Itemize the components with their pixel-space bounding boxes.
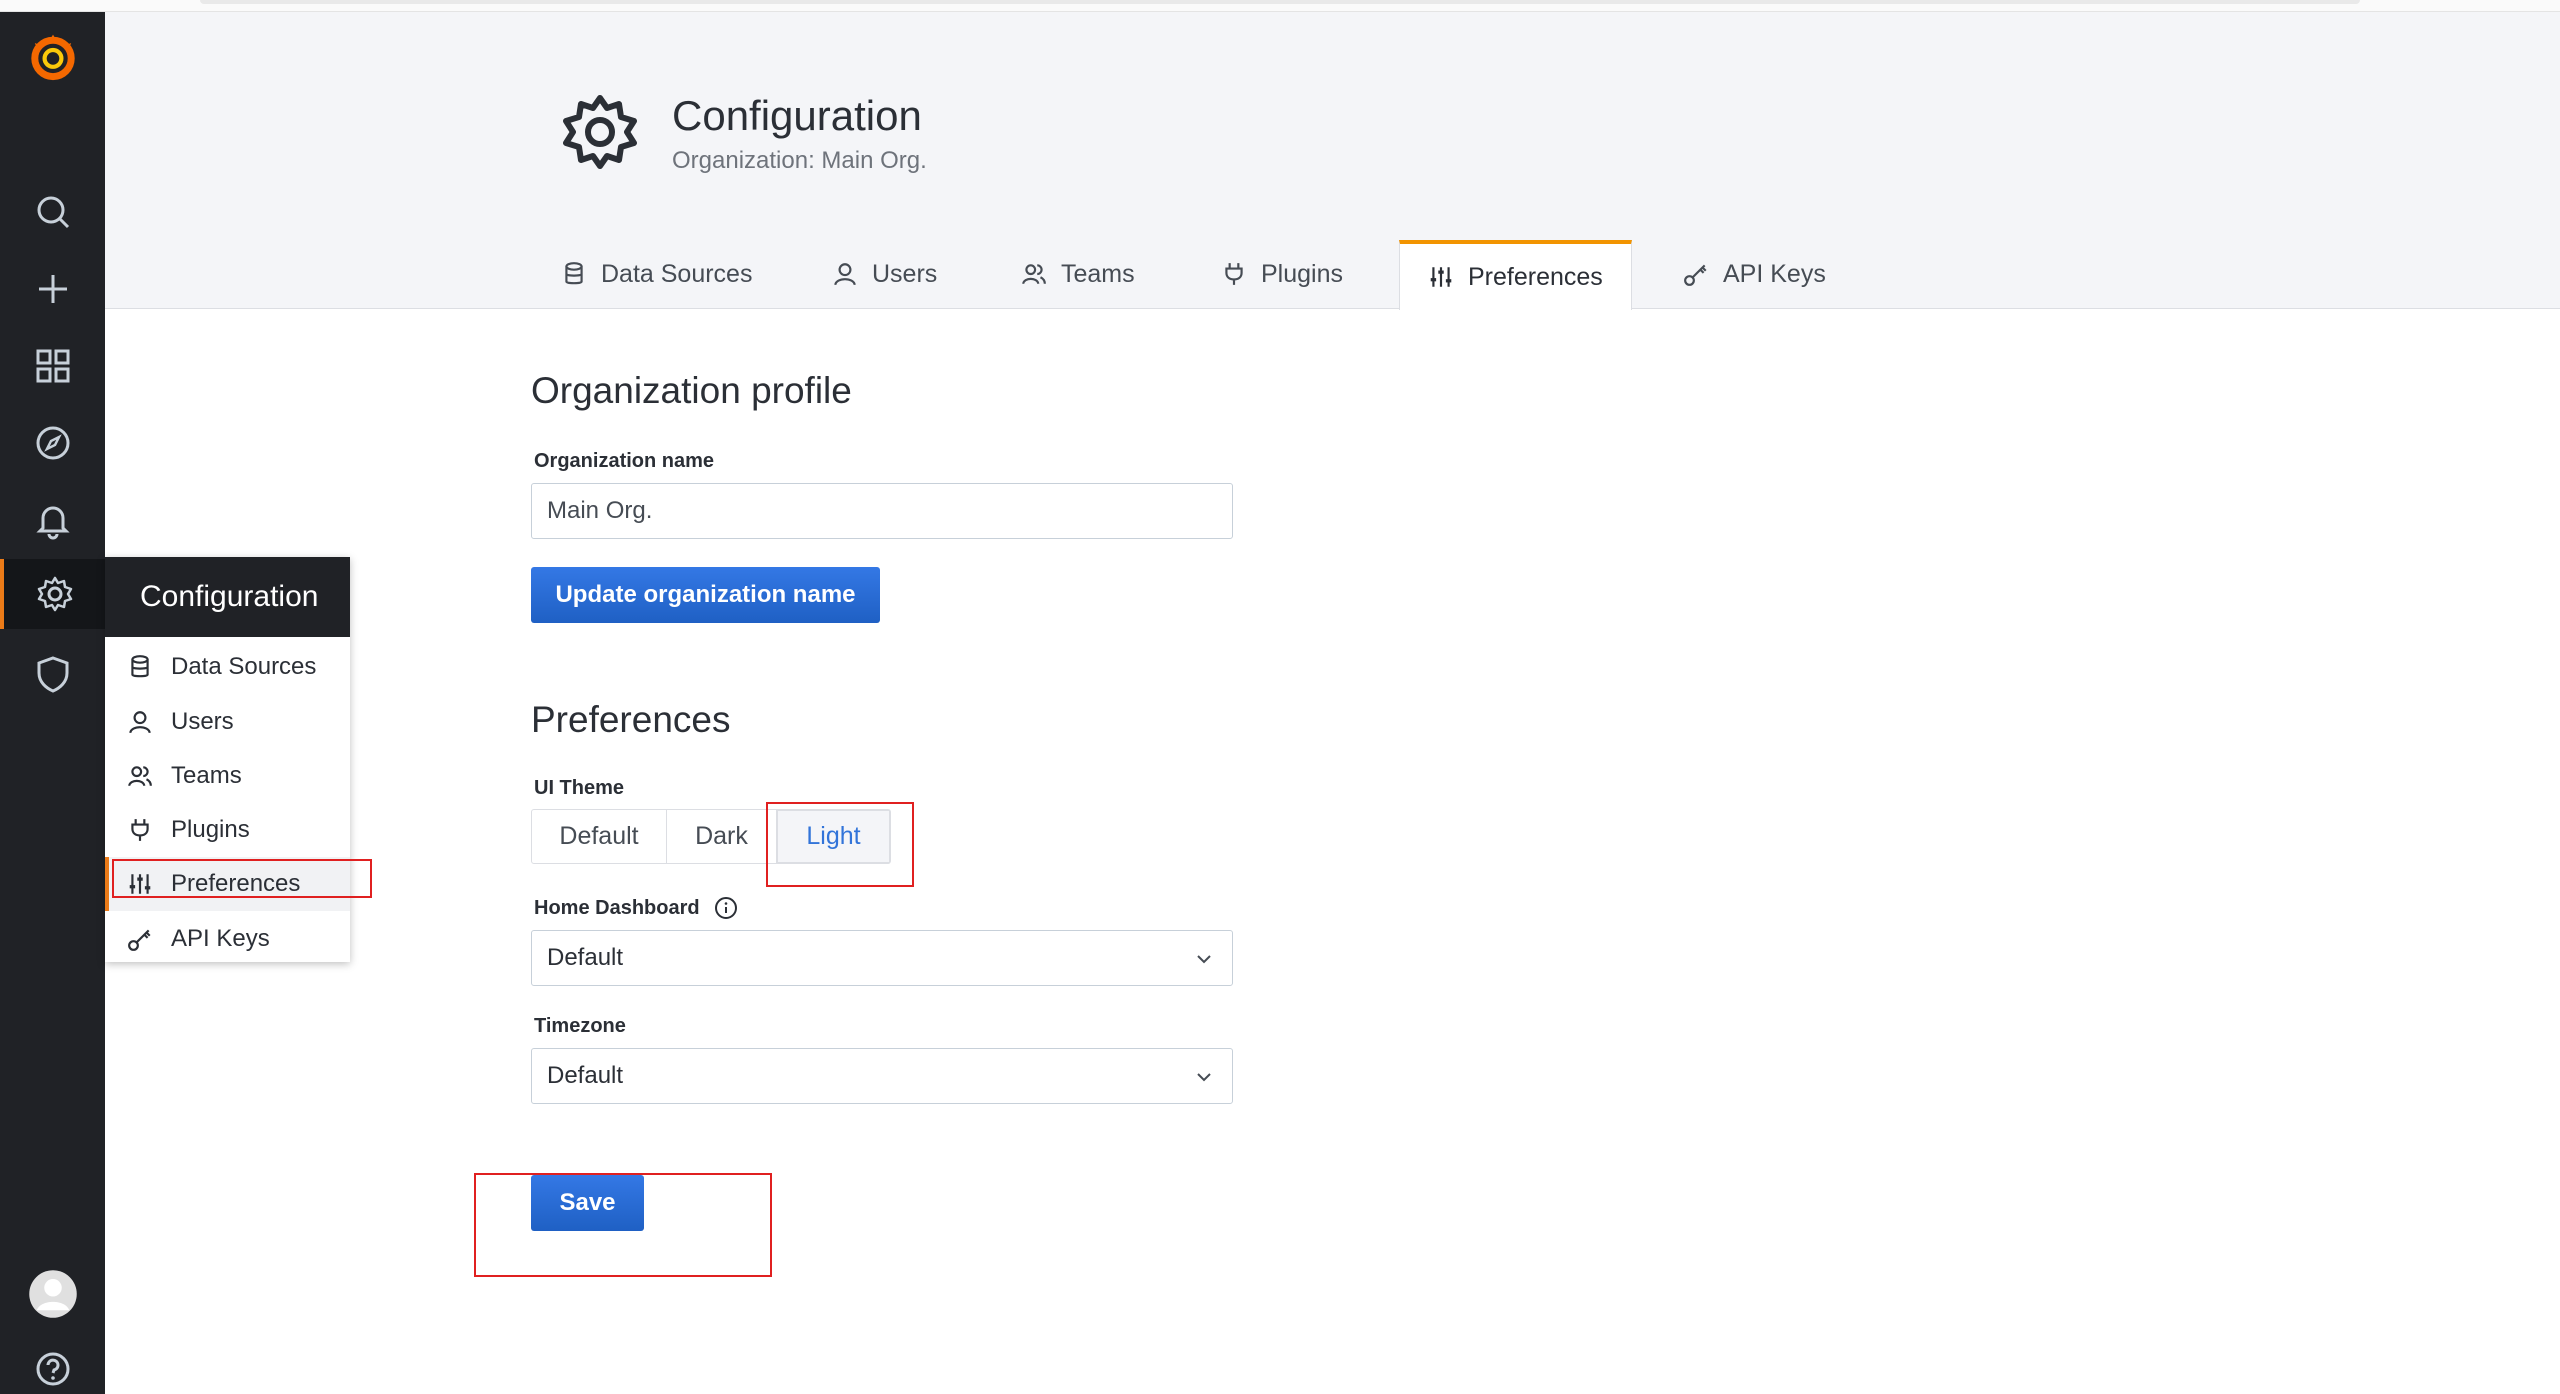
tab-data-sources[interactable]: Data Sources — [533, 240, 780, 308]
side-menu — [0, 12, 105, 1394]
users-icon — [128, 766, 152, 787]
search-icon[interactable] — [0, 177, 105, 247]
sliders-icon — [1430, 267, 1452, 287]
flyout-title[interactable]: Configuration — [105, 557, 350, 637]
explore-icon[interactable] — [0, 408, 105, 478]
alerting-icon[interactable] — [0, 485, 105, 555]
flyout-item-label: Teams — [171, 762, 242, 789]
ui-theme-label: UI Theme — [534, 777, 625, 799]
tab-plugins[interactable]: Plugins — [1193, 240, 1371, 308]
tab-users[interactable]: Users — [804, 240, 965, 308]
shield-icon[interactable] — [0, 639, 105, 709]
tab-label: Data Sources — [601, 259, 753, 288]
tab-label: Users — [872, 259, 938, 288]
browser-top-strip — [0, 0, 2560, 12]
page-subtitle: Organization: Main Org. — [672, 147, 927, 174]
theme-option-default[interactable]: Default — [532, 810, 667, 863]
tab-api-keys[interactable]: API Keys — [1655, 240, 1854, 308]
chevron-down-icon — [1197, 1073, 1211, 1082]
home-dashboard-select[interactable]: Default — [531, 930, 1233, 986]
flyout-item-users[interactable]: Users — [105, 695, 350, 749]
update-org-name-button[interactable]: Update organization name — [531, 567, 880, 623]
annotation-light-theme-highlight — [766, 802, 914, 887]
database-icon — [565, 262, 583, 285]
tab-label: Teams — [1061, 259, 1135, 288]
tab-preferences[interactable]: Preferences — [1399, 240, 1632, 310]
org-profile-heading: Organization profile — [531, 370, 852, 411]
dashboards-icon[interactable] — [0, 331, 105, 401]
home-dashboard-label-text: Home Dashboard — [534, 896, 700, 919]
plug-icon — [1225, 263, 1243, 285]
preferences-heading: Preferences — [531, 699, 731, 740]
grafana-logo-icon[interactable] — [0, 22, 105, 92]
key-icon — [1684, 264, 1707, 286]
database-icon — [131, 655, 149, 678]
flyout-item-label: API Keys — [171, 925, 270, 952]
tab-teams[interactable]: Teams — [993, 240, 1163, 308]
theme-option-dark[interactable]: Dark — [667, 810, 777, 863]
tab-label: Preferences — [1468, 262, 1603, 291]
gear-icon — [563, 95, 637, 169]
tab-label: API Keys — [1723, 259, 1826, 288]
key-icon — [128, 929, 151, 951]
flyout-item-teams[interactable]: Teams — [105, 749, 350, 803]
user-icon — [834, 263, 856, 286]
users-icon — [1022, 264, 1046, 285]
plug-icon — [131, 819, 149, 841]
info-icon[interactable] — [714, 896, 738, 920]
flyout-item-api-keys[interactable]: API Keys — [105, 912, 350, 966]
flyout-item-plugins[interactable]: Plugins — [105, 803, 350, 857]
flyout-item-label: Plugins — [171, 816, 250, 843]
tab-label: Plugins — [1261, 259, 1343, 288]
home-dashboard-label: Home Dashboard — [534, 896, 738, 920]
page-title: Configuration — [672, 92, 922, 139]
flyout-item-data-sources[interactable]: Data Sources — [105, 640, 350, 694]
plus-icon[interactable] — [0, 254, 105, 324]
timezone-select[interactable]: Default — [531, 1048, 1233, 1104]
flyout-item-label: Users — [171, 708, 234, 735]
timezone-value: Default — [547, 1062, 624, 1089]
home-dashboard-value: Default — [547, 944, 624, 971]
org-name-input[interactable]: Main Org. — [531, 483, 1233, 539]
org-name-label: Organization name — [534, 450, 715, 472]
help-icon[interactable] — [0, 1334, 105, 1394]
annotation-preferences-highlight — [112, 859, 372, 898]
avatar[interactable] — [0, 1259, 105, 1329]
configuration-flyout-menu: Configuration Data Sources Users Teams P… — [105, 557, 350, 962]
gear-icon[interactable] — [0, 559, 105, 629]
annotation-save-highlight — [474, 1173, 772, 1277]
url-bar-edge — [200, 0, 2360, 4]
user-icon — [129, 711, 151, 734]
chevron-down-icon — [1197, 955, 1211, 964]
flyout-item-label: Data Sources — [171, 653, 317, 680]
timezone-label: Timezone — [534, 1015, 626, 1037]
